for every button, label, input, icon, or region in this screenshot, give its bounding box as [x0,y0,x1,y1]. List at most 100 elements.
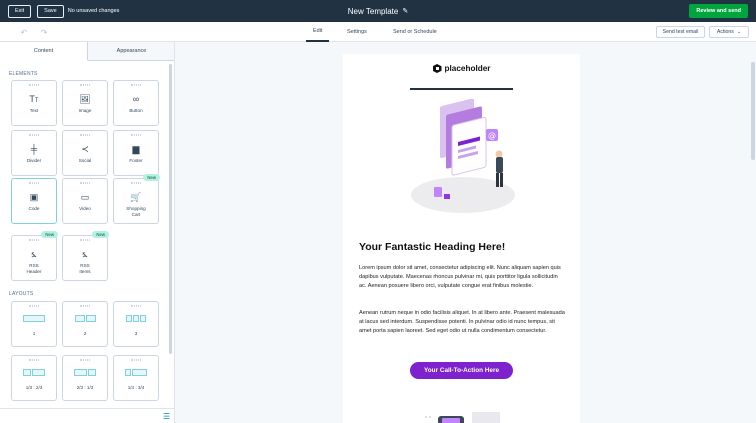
save-button[interactable]: Save [37,4,64,18]
editor-toolbar: ↶ ↷ Edit Settings Send or Schedule Send … [0,22,756,42]
footer-icon: ▆ [132,144,140,154]
email-paragraph-1[interactable]: Lorem ipsum dolor sit amet, consectetur … [359,264,566,291]
layout-label: 1/4 : 3/4 [127,385,145,390]
exit-button[interactable]: Exit [8,4,32,18]
layout-label: 1 [32,331,36,336]
layout-1-4-3-4[interactable]: 1/4 : 3/4 [113,355,159,401]
element-label: Footer [129,158,143,163]
new-badge: New [41,231,58,238]
cta-button[interactable]: Your Call-To-Action Here [410,362,513,379]
drag-handle-icon [80,359,90,361]
logo-divider [410,88,513,90]
drag-handle-icon [29,134,39,136]
layouts-heading: LAYOUTS [9,291,34,297]
canvas-scrollbar[interactable] [751,62,755,160]
new-badge: New [143,174,160,181]
layout-1-3-2-3[interactable]: 1/3 : 2/3 [11,355,57,401]
email-heading[interactable]: Your Fantastic Heading Here! [359,241,505,253]
hexagon-logo-icon [432,64,442,73]
tab-content[interactable]: Content [0,42,88,61]
drag-handle-icon [80,239,90,241]
hero-illustration[interactable]: @ [398,99,528,219]
drag-handle-icon [131,182,141,184]
drag-handle-icon [29,84,39,86]
drag-handle-icon [131,359,141,361]
cart-icon: 🛒 [130,192,142,202]
layout-2[interactable]: 2 [62,301,108,347]
drag-handle-icon [131,134,141,136]
drag-handle-icon [80,182,90,184]
element-text[interactable]: TT Text [11,80,57,126]
element-label: Shopping Cart [126,206,146,217]
image-icon: 🖼 [79,94,91,104]
logo-text: placeholder [444,64,491,73]
email-canvas[interactable]: placeholder @ Your Fantastic Heading Her… [343,54,580,423]
rss-icon: ⦩ [82,249,88,259]
template-title[interactable]: New Template [348,7,399,16]
element-label: Video [79,206,91,211]
layout-2-3-1-3[interactable]: 2/3 : 1/3 [62,355,108,401]
element-label: Text [29,108,39,113]
drag-handle-icon [131,84,141,86]
divider-icon: ╪ [30,144,38,154]
undo-icon[interactable]: ↶ [18,26,30,38]
tab-send-or-schedule[interactable]: Send or Schedule [393,22,437,42]
panel-scrollbar[interactable] [169,64,172,354]
drag-handle-icon [29,305,39,307]
drag-handle-icon [80,134,90,136]
email-paragraph-2[interactable]: Aenean rutrum neque in odio facilisis al… [359,309,566,336]
text-icon: TT [29,94,39,104]
code-icon: ▣ [29,192,39,202]
drag-handle-icon [80,305,90,307]
layout-label: 3 [134,331,138,336]
layout-1[interactable]: 1 [11,301,57,347]
element-image[interactable]: 🖼 Image [62,80,108,126]
element-label: RSS Items [79,263,91,274]
actions-label: Actions [716,29,734,35]
layout-label: 1/3 : 2/3 [25,385,43,390]
element-rss-items[interactable]: New ⦩ RSS Items [62,231,109,281]
element-shopping-cart[interactable]: New 🛒 Shopping Cart [113,174,160,224]
element-footer[interactable]: ▆ Footer [113,130,159,176]
actions-dropdown[interactable]: Actions ⌄ [709,26,749,38]
pencil-icon[interactable]: ✎ [402,7,408,15]
element-label: Image [78,108,92,113]
element-label: Social [78,158,92,163]
rss-icon: ⦩ [31,249,37,259]
element-button[interactable]: ∞ Button [113,80,159,126]
element-social[interactable]: ≺ Social [62,130,108,176]
video-icon: ▭ [80,192,90,202]
layout-label: 2/3 : 1/3 [76,385,94,390]
tab-edit[interactable]: Edit [306,22,330,42]
drag-handle-icon [29,239,39,241]
drag-handle-icon [80,84,90,86]
redo-icon[interactable]: ↷ [38,26,50,38]
svg-text:@: @ [488,131,496,140]
menu-icon[interactable]: ☰ [163,412,170,421]
element-divider[interactable]: ╪ Divider [11,130,57,176]
email-logo[interactable]: placeholder [343,64,580,73]
layout-3[interactable]: 3 [113,301,159,347]
chevron-down-icon: ⌄ [736,29,742,35]
panel-tabs: Content Appearance [0,42,174,61]
element-label: RSS Header [26,263,42,274]
tab-appearance[interactable]: Appearance [88,42,174,61]
drag-handle-icon [131,305,141,307]
panel-footer: ☰ [0,408,174,423]
element-code[interactable]: ▣ Code [11,178,57,224]
content-panel: Content Appearance ELEMENTS TT Text 🖼 Im… [0,42,175,423]
element-video[interactable]: ▭ Video [62,178,108,224]
tab-settings[interactable]: Settings [347,22,367,42]
elements-heading: ELEMENTS [9,71,38,77]
share-icon: ≺ [81,144,89,154]
send-test-email-button[interactable]: Send test email [656,26,705,38]
layout-label: 2 [83,331,87,336]
review-and-send-button[interactable]: Review and send [689,4,748,18]
drag-handle-icon [29,359,39,361]
drag-handle-icon [29,182,39,184]
element-label: Divider [26,158,42,163]
element-rss-header[interactable]: New ⦩ RSS Header [11,231,58,281]
element-label: Button [129,108,143,113]
link-icon: ∞ [132,94,140,104]
secondary-illustration[interactable] [418,409,508,423]
